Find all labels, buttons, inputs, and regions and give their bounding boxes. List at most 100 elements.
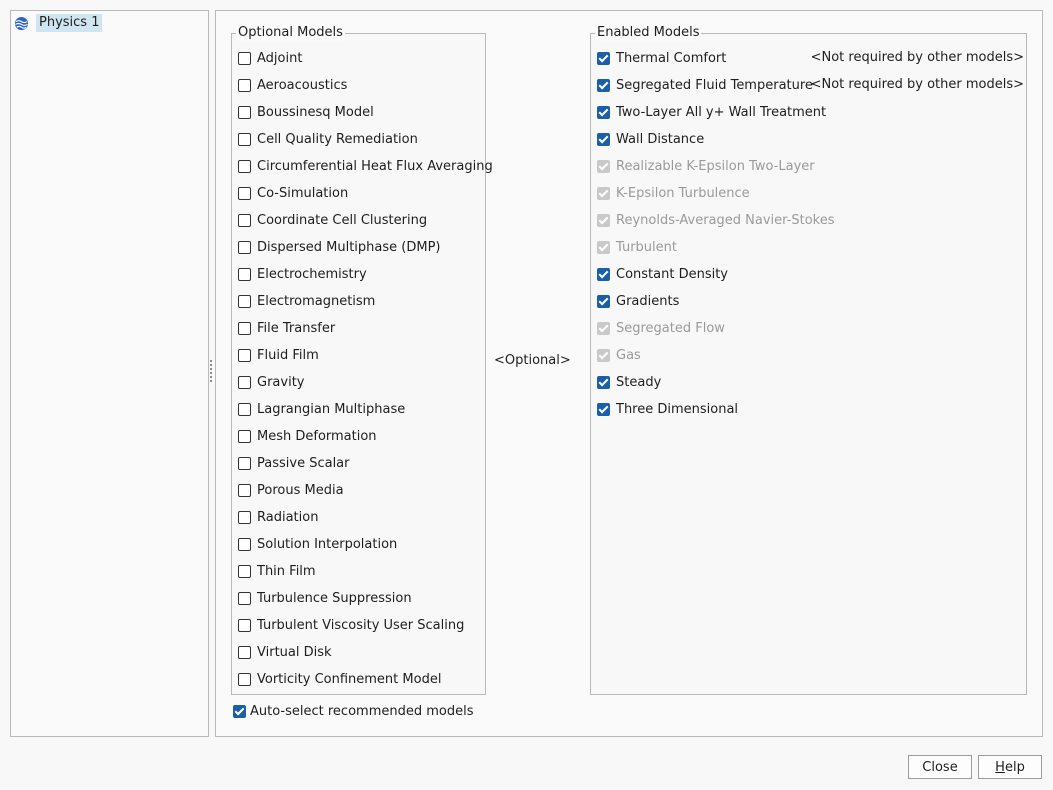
optional-model-item[interactable]: Co-Simulation [238, 183, 348, 203]
optional-model-label: Dispersed Multiphase (DMP) [257, 239, 441, 255]
optional-model-checkbox[interactable] [238, 456, 251, 470]
auto-select-label: Auto-select recommended models [250, 703, 474, 719]
optional-model-label: Adjoint [257, 50, 303, 66]
enabled-model-item[interactable]: Wall Distance [597, 129, 704, 149]
optional-model-checkbox[interactable] [238, 429, 251, 443]
enabled-model-label: Segregated Flow [616, 320, 725, 336]
optional-model-checkbox[interactable] [238, 672, 251, 686]
optional-model-item[interactable]: Fluid Film [238, 345, 319, 365]
tree-node-physics[interactable]: Physics 1 [14, 14, 103, 32]
enabled-model-checkbox[interactable] [597, 105, 610, 119]
optional-model-label: Mesh Deformation [257, 428, 377, 444]
enabled-model-label: Segregated Fluid Temperature [616, 77, 813, 93]
optional-model-item[interactable]: Cell Quality Remediation [238, 129, 418, 149]
enabled-model-checkbox[interactable] [597, 78, 610, 92]
optional-model-checkbox[interactable] [238, 240, 251, 254]
optional-model-item[interactable]: Aeroacoustics [238, 75, 347, 95]
optional-model-checkbox[interactable] [238, 132, 251, 146]
enabled-model-checkbox[interactable] [597, 402, 610, 416]
enabled-model-item[interactable]: Constant Density [597, 264, 728, 284]
optional-model-checkbox[interactable] [238, 564, 251, 578]
optional-model-item[interactable]: Electromagnetism [238, 291, 375, 311]
optional-model-item[interactable]: Gravity [238, 372, 304, 392]
enabled-model-item[interactable]: Segregated Fluid Temperature [597, 75, 813, 95]
optional-model-checkbox[interactable] [238, 213, 251, 227]
enabled-models-group: Enabled Models Thermal Comfort <Not requi… [590, 25, 1027, 695]
optional-model-item[interactable]: Porous Media [238, 480, 344, 500]
enabled-model-item[interactable]: Gradients [597, 291, 679, 311]
help-button[interactable]: Help [978, 755, 1042, 779]
enabled-model-checkbox[interactable] [597, 132, 610, 146]
enabled-model-label: Steady [616, 374, 662, 390]
optional-model-checkbox[interactable] [238, 510, 251, 524]
optional-model-item[interactable]: Turbulence Suppression [238, 588, 412, 608]
optional-model-checkbox[interactable] [238, 348, 251, 362]
enabled-model-label: Turbulent [616, 239, 677, 255]
optional-model-checkbox[interactable] [238, 591, 251, 605]
optional-model-item[interactable]: Circumferential Heat Flux Averaging [238, 156, 493, 176]
optional-model-checkbox[interactable] [238, 51, 251, 65]
enabled-model-note: <Not required by other models> [810, 77, 1024, 92]
enabled-model-checkbox [597, 186, 610, 200]
optional-model-checkbox[interactable] [238, 537, 251, 551]
optional-model-checkbox[interactable] [238, 294, 251, 308]
optional-model-checkbox[interactable] [238, 267, 251, 281]
optional-model-checkbox[interactable] [238, 618, 251, 632]
help-mnemonic: H [995, 759, 1005, 775]
enabled-model-checkbox [597, 213, 610, 227]
enabled-model-label: Two-Layer All y+ Wall Treatment [616, 104, 827, 120]
optional-model-item[interactable]: Thin Film [238, 561, 316, 581]
auto-select-checkbox[interactable] [233, 704, 246, 718]
optional-model-item[interactable]: Adjoint [238, 48, 302, 68]
enabled-model-item[interactable]: Three Dimensional [597, 399, 738, 419]
optional-model-checkbox[interactable] [238, 375, 251, 389]
enabled-model-item[interactable]: Thermal Comfort [597, 48, 726, 68]
optional-model-item[interactable]: Dispersed Multiphase (DMP) [238, 237, 441, 257]
enabled-model-checkbox[interactable] [597, 51, 610, 65]
optional-model-label: Co-Simulation [257, 185, 349, 201]
close-button[interactable]: Close [908, 755, 972, 779]
optional-model-item[interactable]: Boussinesq Model [238, 102, 374, 122]
enabled-model-label: Three Dimensional [616, 401, 739, 417]
optional-model-item[interactable]: Coordinate Cell Clustering [238, 210, 427, 230]
optional-model-label: Boussinesq Model [257, 104, 374, 120]
enabled-model-checkbox [597, 240, 610, 254]
optional-model-item[interactable]: Radiation [238, 507, 318, 527]
help-button-label: elp [1004, 759, 1025, 775]
enabled-model-checkbox[interactable] [597, 267, 610, 281]
optional-model-item[interactable]: Passive Scalar [238, 453, 350, 473]
enabled-model-checkbox[interactable] [597, 375, 610, 389]
optional-model-checkbox[interactable] [238, 321, 251, 335]
optional-model-checkbox[interactable] [238, 78, 251, 92]
optional-model-checkbox[interactable] [238, 402, 251, 416]
optional-model-item[interactable]: Electrochemistry [238, 264, 367, 284]
optional-model-item[interactable]: Lagrangian Multiphase [238, 399, 405, 419]
optional-model-item[interactable]: File Transfer [238, 318, 335, 338]
optional-model-checkbox[interactable] [238, 159, 251, 173]
optional-model-label: Electrochemistry [257, 266, 367, 282]
optional-model-checkbox[interactable] [238, 483, 251, 497]
optional-model-label: Radiation [257, 509, 319, 525]
enabled-model-label: Gradients [616, 293, 680, 309]
auto-select-checkbox-row[interactable]: Auto-select recommended models [233, 701, 473, 721]
optional-model-checkbox[interactable] [238, 105, 251, 119]
optional-model-checkbox[interactable] [238, 645, 251, 659]
enabled-model-checkbox [597, 159, 610, 173]
optional-model-label: Electromagnetism [257, 293, 376, 309]
optional-model-label: Lagrangian Multiphase [257, 401, 406, 417]
optional-model-label: Gravity [257, 374, 305, 390]
enabled-model-item[interactable]: Two-Layer All y+ Wall Treatment [597, 102, 826, 122]
panel-splitter-handle[interactable] [210, 360, 213, 384]
optional-model-item[interactable]: Mesh Deformation [238, 426, 377, 446]
optional-model-checkbox[interactable] [238, 186, 251, 200]
optional-model-item[interactable]: Vorticity Confinement Model [238, 669, 441, 689]
enabled-model-item: Turbulent [597, 237, 677, 257]
optional-model-item[interactable]: Solution Interpolation [238, 534, 397, 554]
enabled-model-checkbox[interactable] [597, 294, 610, 308]
optional-models-group: Optional Models Adjoint Aeroacoustics Bous… [231, 25, 493, 695]
enabled-model-item: Segregated Flow [597, 318, 725, 338]
enabled-model-item[interactable]: Steady [597, 372, 661, 392]
optional-model-label: Turbulence Suppression [257, 590, 412, 606]
optional-model-item[interactable]: Turbulent Viscosity User Scaling [238, 615, 464, 635]
optional-model-item[interactable]: Virtual Disk [238, 642, 332, 662]
